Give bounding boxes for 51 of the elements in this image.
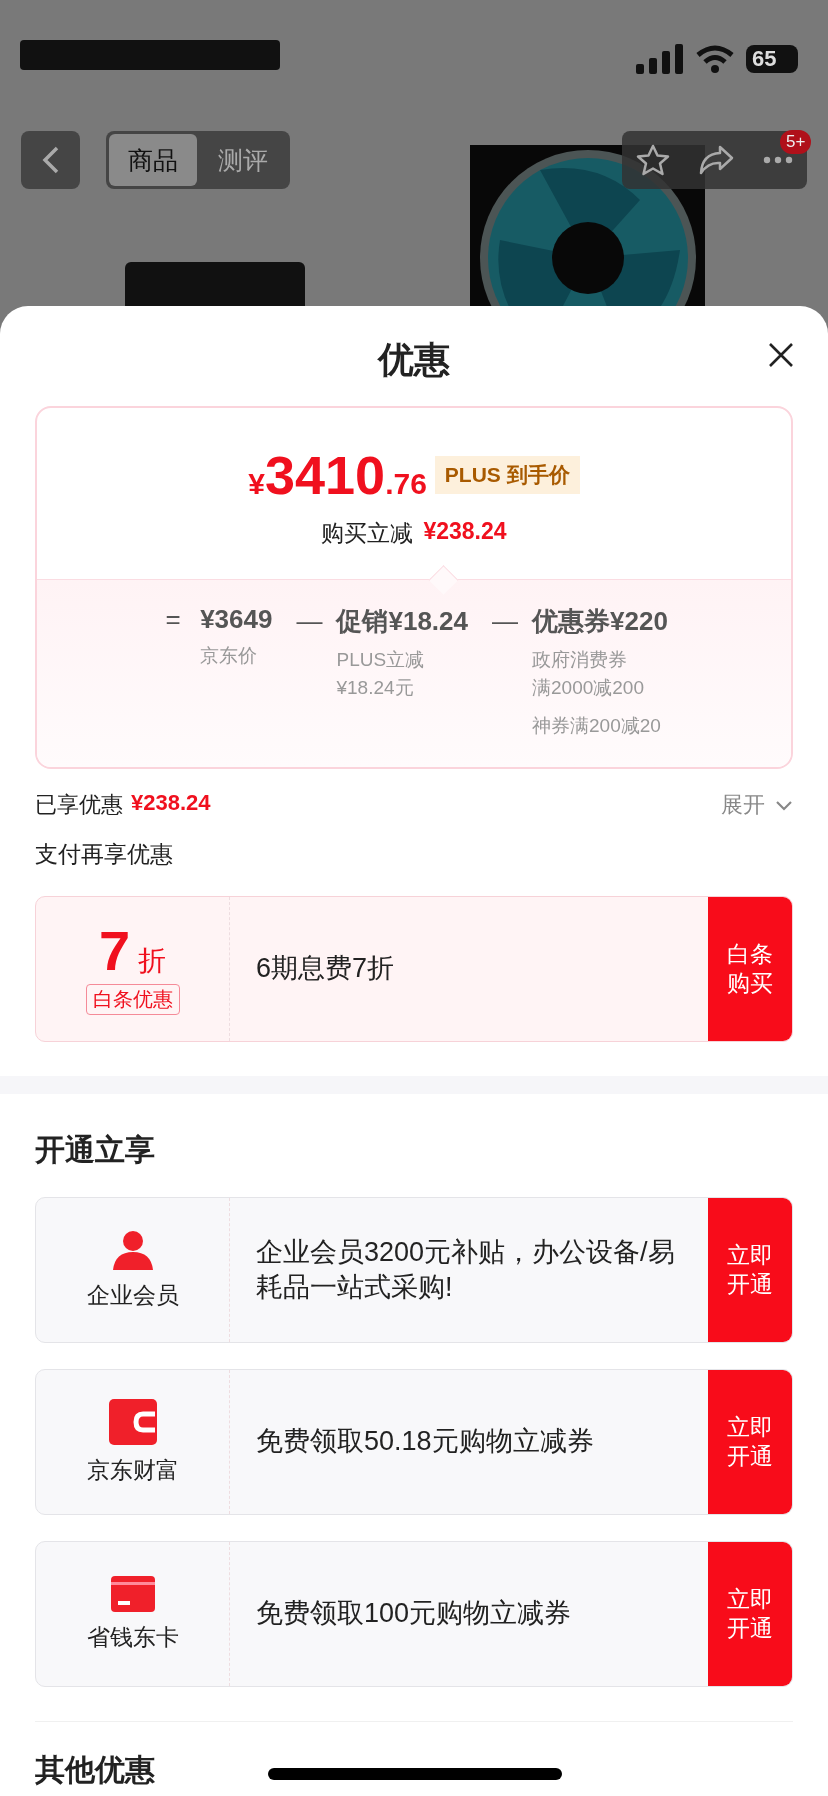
back-button[interactable] bbox=[21, 131, 80, 189]
battery-level: 65 bbox=[746, 45, 798, 73]
person-icon bbox=[110, 1229, 155, 1270]
saved-amount: ¥238.24 bbox=[131, 790, 211, 817]
final-price: ¥3410.76 bbox=[248, 444, 427, 506]
close-icon[interactable] bbox=[768, 342, 794, 368]
signal-icon bbox=[636, 44, 684, 74]
offer-description: 免费领取100元购物立减券 bbox=[255, 1597, 573, 1631]
reduction-amount: ¥238.24 bbox=[423, 518, 507, 546]
wifi-icon bbox=[696, 45, 734, 73]
offer-description: 6期息费7折 bbox=[255, 952, 396, 986]
offer-description: 免费领取50.18元购物立减券 bbox=[255, 1425, 595, 1459]
reduction-label: 购买立减 bbox=[321, 519, 414, 548]
section-title: 开通立享 bbox=[35, 1132, 156, 1168]
discount-value: 7 折 bbox=[98, 923, 167, 980]
price-component: ¥3649 bbox=[200, 604, 273, 635]
operator: — bbox=[296, 606, 323, 637]
activate-button[interactable]: 立即开通 bbox=[708, 1198, 792, 1342]
back-icon bbox=[41, 145, 60, 175]
wallet-icon bbox=[108, 1398, 157, 1445]
operator: — bbox=[492, 606, 518, 637]
price-component: 促销¥18.24 bbox=[336, 605, 468, 638]
sheet-title: 优惠 bbox=[378, 338, 450, 380]
price-note: 满2000减200 bbox=[532, 676, 645, 700]
section-title: 其他优惠 bbox=[35, 1752, 155, 1788]
price-tag: PLUS 到手价 bbox=[434, 456, 580, 494]
membership-name: 京东财富 bbox=[86, 1455, 179, 1485]
tab[interactable]: 商品 bbox=[109, 134, 197, 186]
price-note: PLUS立减 bbox=[336, 648, 426, 672]
buy-button[interactable]: 白条购买 bbox=[708, 897, 792, 1041]
tab[interactable]: 测评 bbox=[199, 134, 287, 186]
section-label: 支付再享优惠 bbox=[35, 840, 174, 869]
activate-button[interactable]: 立即开通 bbox=[708, 1370, 792, 1514]
more-icon[interactable] bbox=[762, 156, 793, 164]
price-note: 政府消费券 bbox=[532, 648, 628, 672]
share-icon[interactable] bbox=[698, 145, 735, 175]
saved-label: 已享优惠 bbox=[35, 791, 123, 819]
price-note: 神券满200减20 bbox=[532, 714, 662, 738]
expand-toggle[interactable]: 展开 bbox=[721, 790, 793, 820]
price-note: ¥18.24元 bbox=[336, 676, 415, 700]
card-icon bbox=[110, 1575, 155, 1612]
membership-name: 企业会员 bbox=[86, 1280, 179, 1310]
operator: = bbox=[164, 604, 182, 635]
offer-description: 企业会员3200元补贴，办公设备/易耗品一站式采购! bbox=[255, 1235, 676, 1304]
price-note: 京东价 bbox=[200, 644, 259, 668]
price-component: 优惠券¥220 bbox=[532, 605, 668, 638]
chevron-down-icon bbox=[775, 799, 793, 811]
star-icon[interactable] bbox=[636, 144, 671, 176]
activate-button[interactable]: 立即开通 bbox=[708, 1542, 792, 1686]
offer-tag: 白条优惠 bbox=[85, 984, 180, 1015]
membership-name: 省钱东卡 bbox=[86, 1622, 179, 1652]
